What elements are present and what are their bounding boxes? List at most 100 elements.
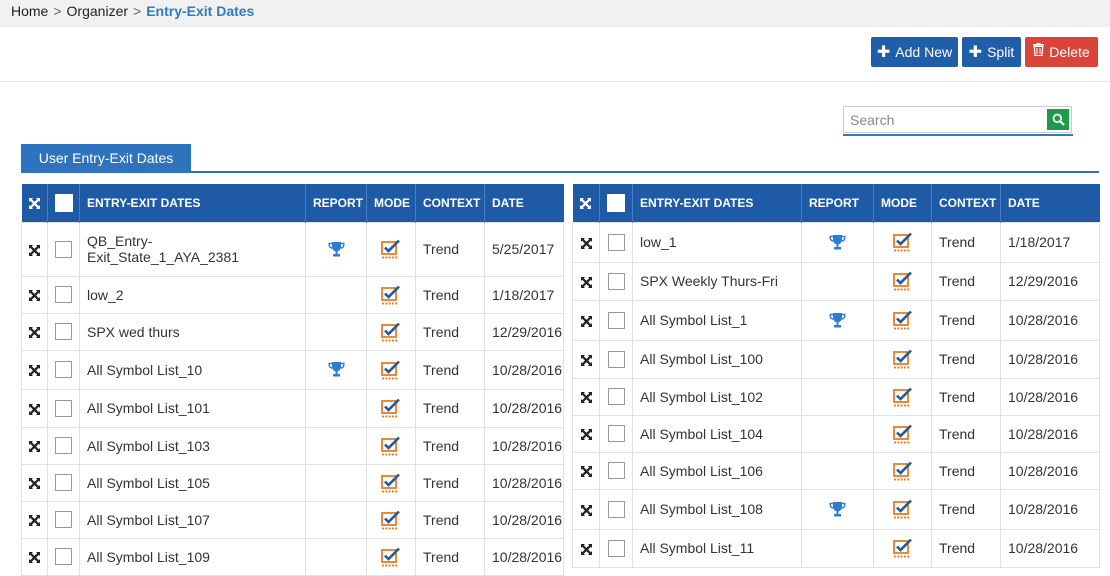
trophy-icon[interactable] xyxy=(829,234,846,251)
header-entry-exit-dates[interactable]: ENTRY-EXIT DATES xyxy=(632,184,802,222)
mode-checklist-icon[interactable] xyxy=(892,461,913,481)
row-checkbox[interactable] xyxy=(607,311,625,329)
row-checkbox[interactable] xyxy=(55,286,72,304)
move-icon[interactable] xyxy=(580,354,592,366)
move-icon[interactable] xyxy=(580,466,592,478)
header-report[interactable]: REPORT xyxy=(305,184,367,222)
mode-checklist-icon[interactable] xyxy=(892,387,913,407)
move-icon[interactable] xyxy=(29,441,40,453)
mode-checklist-icon[interactable] xyxy=(381,398,401,418)
row-checkbox[interactable] xyxy=(607,233,625,251)
header-entry-exit-dates[interactable]: ENTRY-EXIT DATES xyxy=(79,184,306,222)
entry-exit-name[interactable]: All Symbol List_104 xyxy=(632,414,802,453)
move-icon[interactable] xyxy=(29,478,40,490)
row-checkbox[interactable] xyxy=(607,388,625,406)
breadcrumb-organizer[interactable]: Organizer xyxy=(67,3,128,19)
move-icon[interactable] xyxy=(29,244,40,256)
entry-exit-name[interactable]: All Symbol List_100 xyxy=(632,339,802,379)
mode-checklist-icon[interactable] xyxy=(892,349,913,369)
table-row[interactable]: All Symbol List_106 Trend 10/28/2016 xyxy=(572,451,1100,490)
drag-handle[interactable] xyxy=(21,349,48,390)
trophy-icon[interactable] xyxy=(328,241,345,258)
entry-exit-name[interactable]: All Symbol List_10 xyxy=(79,349,306,390)
split-button[interactable]: ✚ Split xyxy=(962,37,1021,67)
mode-checklist-icon[interactable] xyxy=(892,310,913,330)
row-checkbox[interactable] xyxy=(55,240,72,258)
row-checkbox[interactable] xyxy=(55,361,72,379)
row-checkbox[interactable] xyxy=(55,437,72,455)
select-all-checkbox[interactable] xyxy=(54,193,73,212)
mode-checklist-icon[interactable] xyxy=(381,547,401,567)
header-report[interactable]: REPORT xyxy=(801,184,874,222)
move-icon[interactable] xyxy=(29,327,40,339)
entry-exit-name[interactable]: All Symbol List_102 xyxy=(632,377,802,416)
trophy-icon[interactable] xyxy=(829,501,846,518)
row-checkbox[interactable] xyxy=(607,425,625,443)
row-checkbox[interactable] xyxy=(55,399,72,417)
entry-exit-name[interactable]: All Symbol List_109 xyxy=(79,537,306,576)
mode-checklist-icon[interactable] xyxy=(381,473,401,493)
mode-checklist-icon[interactable] xyxy=(381,285,401,305)
table-row[interactable]: low_2 Trend 1/18/2017 xyxy=(21,275,564,314)
entry-exit-name[interactable]: low_2 xyxy=(79,275,306,314)
move-icon[interactable] xyxy=(29,365,40,377)
table-row[interactable]: All Symbol List_102 Trend 10/28/2016 xyxy=(572,377,1100,416)
entry-exit-name[interactable]: All Symbol List_11 xyxy=(632,528,802,568)
move-icon[interactable] xyxy=(580,543,592,555)
drag-handle[interactable] xyxy=(572,528,600,568)
table-row[interactable]: All Symbol List_11 Trend 10/28/2016 xyxy=(572,528,1100,568)
drag-handle[interactable] xyxy=(572,377,600,416)
drag-handle[interactable] xyxy=(21,500,48,539)
header-context[interactable]: CONTEXT xyxy=(415,184,485,222)
drag-handle[interactable] xyxy=(21,463,48,502)
drag-handle[interactable] xyxy=(572,451,600,490)
drag-handle[interactable] xyxy=(572,221,600,263)
delete-button[interactable]: Delete xyxy=(1025,37,1098,67)
drag-handle[interactable] xyxy=(572,339,600,379)
mode-checklist-icon[interactable] xyxy=(892,424,913,444)
table-row[interactable]: All Symbol List_105 Trend 10/28/2016 xyxy=(21,463,564,502)
row-checkbox[interactable] xyxy=(607,500,625,518)
drag-handle[interactable] xyxy=(21,426,48,465)
header-context[interactable]: CONTEXT xyxy=(931,184,1001,222)
row-checkbox[interactable] xyxy=(607,272,625,290)
mode-checklist-icon[interactable] xyxy=(381,360,401,380)
move-icon[interactable] xyxy=(580,237,592,249)
add-new-button[interactable]: ✚ Add New xyxy=(871,37,958,67)
row-checkbox[interactable] xyxy=(55,511,72,529)
table-row[interactable]: All Symbol List_10 Trend 10/28/2016 xyxy=(21,349,564,390)
drag-handle[interactable] xyxy=(572,261,600,301)
mode-checklist-icon[interactable] xyxy=(892,499,913,519)
mode-checklist-icon[interactable] xyxy=(892,271,913,291)
entry-exit-name[interactable]: All Symbol List_106 xyxy=(632,451,802,490)
header-date[interactable]: DATE xyxy=(1000,184,1100,222)
drag-handle[interactable] xyxy=(21,537,48,576)
drag-handle[interactable] xyxy=(21,275,48,314)
table-row[interactable]: low_1 Trend 1/18/2017 xyxy=(572,221,1100,263)
breadcrumb-home[interactable]: Home xyxy=(11,3,48,19)
table-row[interactable]: All Symbol List_1 Trend 10/28/2016 xyxy=(572,299,1100,341)
drag-handle[interactable] xyxy=(21,312,48,351)
search-input[interactable] xyxy=(844,107,1044,132)
table-row[interactable]: All Symbol List_107 Trend 10/28/2016 xyxy=(21,500,564,539)
drag-handle[interactable] xyxy=(21,388,48,428)
mode-checklist-icon[interactable] xyxy=(381,510,401,530)
tab-user-entry-exit-dates[interactable]: User Entry-Exit Dates xyxy=(21,144,191,172)
move-icon[interactable] xyxy=(580,276,592,288)
row-checkbox[interactable] xyxy=(607,350,625,368)
row-checkbox[interactable] xyxy=(607,462,625,480)
entry-exit-name[interactable]: All Symbol List_103 xyxy=(79,426,306,465)
table-row[interactable]: All Symbol List_104 Trend 10/28/2016 xyxy=(572,414,1100,453)
entry-exit-name[interactable]: All Symbol List_108 xyxy=(632,488,802,530)
move-icon[interactable] xyxy=(580,504,592,516)
drag-handle[interactable] xyxy=(21,221,48,277)
drag-handle[interactable] xyxy=(572,488,600,530)
move-icon[interactable] xyxy=(580,315,592,327)
table-row[interactable]: All Symbol List_109 Trend 10/28/2016 xyxy=(21,537,564,576)
drag-handle[interactable] xyxy=(572,414,600,453)
move-icon[interactable] xyxy=(580,392,592,404)
trophy-icon[interactable] xyxy=(829,312,846,329)
header-mode[interactable]: MODE xyxy=(366,184,416,222)
table-row[interactable]: SPX Weekly Thurs-Fri Trend 12/29/2016 xyxy=(572,261,1100,301)
table-row[interactable]: All Symbol List_100 Trend 10/28/2016 xyxy=(572,339,1100,379)
